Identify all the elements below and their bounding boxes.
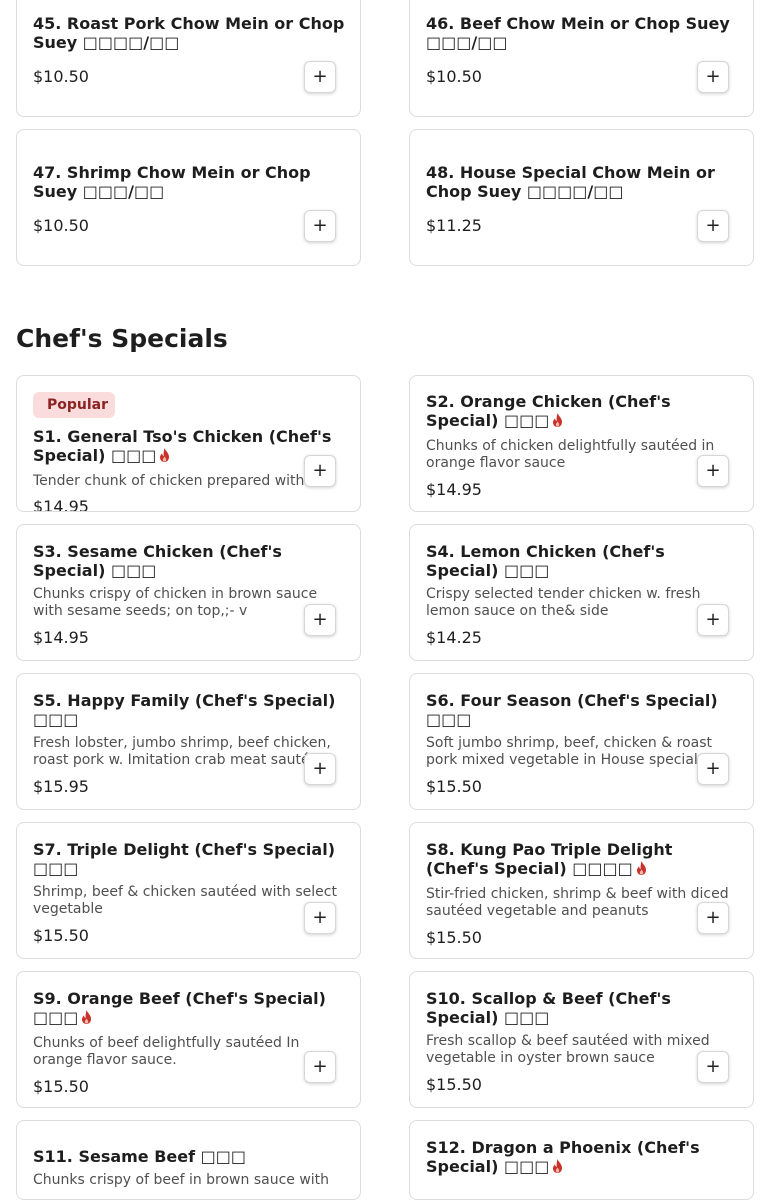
section-title: Chef's Specials (16, 324, 228, 353)
item-title: S5. Happy Family (Chef's Special) □□□ (33, 691, 336, 729)
spicy-icon (553, 413, 563, 427)
item-price: $15.50 (33, 926, 89, 945)
menu-item-card[interactable]: S8. Kung Pao Triple Delight (Chef's Spec… (409, 822, 754, 959)
item-description: Tender chunk of chicken prepared with... (33, 473, 318, 489)
item-price: $10.50 (426, 67, 482, 86)
spicy-icon (160, 448, 170, 462)
menu-item-card[interactable]: S5. Happy Family (Chef's Special) □□□ Fr… (16, 673, 361, 810)
add-to-cart-button[interactable]: + (304, 455, 336, 487)
menu-item-card[interactable]: S3. Sesame Chicken (Chef's Special) □□□ … (16, 524, 361, 661)
add-to-cart-button[interactable]: + (697, 210, 729, 242)
popular-badge: Popular (33, 392, 116, 418)
add-to-cart-button[interactable]: + (304, 902, 336, 934)
item-title: S6. Four Season (Chef's Special) □□□ (426, 691, 718, 729)
item-description: Chunks of chicken delightfully sautéed i… (426, 438, 715, 471)
item-description: Fresh lobster, jumbo shrimp, beef chicke… (33, 735, 332, 768)
menu-item-card[interactable]: S2. Orange Chicken (Chef's Special) □□□ … (409, 375, 754, 512)
item-price: $11.25 (426, 216, 482, 235)
add-to-cart-button[interactable]: + (697, 61, 729, 93)
item-title: S10. Scallop & Beef (Chef's Special) □□□ (426, 989, 671, 1027)
menu-item-card[interactable]: 46. Beef Chow Mein or Chop Suey □□□/□□ $… (409, 0, 754, 117)
item-description: Fresh scallop & beef sautéed with mixed … (426, 1033, 710, 1066)
menu-item-card[interactable]: 48. House Special Chow Mein or Chop Suey… (409, 129, 754, 266)
item-title-text: S9. Orange Beef (Chef's Special) □□□ (33, 989, 326, 1027)
add-to-cart-button[interactable]: + (304, 210, 336, 242)
menu-item-card[interactable]: S7. Triple Delight (Chef's Special) □□□ … (16, 822, 361, 959)
item-description: Shrimp, beef & chicken sautéed with sele… (33, 884, 337, 917)
item-description: Stir-fried chicken, shrimp & beef with d… (426, 886, 729, 919)
add-to-cart-button[interactable]: + (304, 61, 336, 93)
popular-label: Popular (47, 397, 109, 413)
menu-item-card[interactable]: S6. Four Season (Chef's Special) □□□ Sof… (409, 673, 754, 810)
item-price: $15.50 (426, 928, 482, 947)
item-price: $14.95 (426, 480, 482, 499)
item-title: 45. Roast Pork Chow Mein or Chop Suey □□… (33, 14, 345, 52)
menu-item-card[interactable]: S9. Orange Beef (Chef's Special) □□□ Chu… (16, 971, 361, 1108)
item-price: $14.25 (426, 628, 482, 647)
item-description: Chunks crispy of beef in brown sauce wit… (33, 1172, 330, 1188)
item-price: $14.95 (33, 497, 89, 512)
add-to-cart-button[interactable]: + (697, 753, 729, 785)
item-price: $15.95 (33, 777, 89, 796)
item-description: Chunks of beef delightfully sautéed In o… (33, 1035, 300, 1068)
item-description: Crispy selected tender chicken w. fresh … (426, 586, 701, 619)
item-price: $10.50 (33, 216, 89, 235)
item-title: S12. Dragon a Phoenix (Chef's Special) □… (426, 1138, 739, 1176)
menu-item-card[interactable]: 45. Roast Pork Chow Mein or Chop Suey □□… (16, 0, 361, 117)
add-to-cart-button[interactable]: + (697, 1051, 729, 1083)
menu-item-card[interactable]: Popular S1. General Tso's Chicken (Chef'… (16, 375, 361, 512)
item-title-text: S2. Orange Chicken (Chef's Special) □□□ (426, 392, 671, 430)
item-price: $15.50 (33, 1077, 89, 1096)
item-price: $14.95 (33, 628, 89, 647)
spicy-icon (82, 1010, 92, 1024)
item-title: S7. Triple Delight (Chef's Special) □□□ (33, 840, 335, 878)
add-to-cart-button[interactable]: + (697, 902, 729, 934)
menu-item-card[interactable]: 47. Shrimp Chow Mein or Chop Suey □□□/□□… (16, 129, 361, 266)
item-price: $10.50 (33, 67, 89, 86)
spicy-icon (553, 1159, 563, 1173)
menu-item-card[interactable]: S4. Lemon Chicken (Chef's Special) □□□ C… (409, 524, 754, 661)
add-to-cart-button[interactable]: + (697, 455, 729, 487)
add-to-cart-button[interactable]: + (697, 604, 729, 636)
item-title: S3. Sesame Chicken (Chef's Special) □□□ (33, 542, 282, 580)
item-title-text: S1. General Tso's Chicken (Chef's Specia… (33, 427, 332, 465)
menu-item-card[interactable]: S12. Dragon a Phoenix (Chef's Special) □… (409, 1120, 754, 1200)
item-description: Chunks crispy of chicken in brown sauce … (33, 586, 318, 619)
item-title: S2. Orange Chicken (Chef's Special) □□□ (426, 392, 739, 430)
menu-item-card[interactable]: S11. Sesame Beef □□□ Chunks crispy of be… (16, 1120, 361, 1200)
spicy-icon (636, 861, 646, 875)
item-title: 48. House Special Chow Mein or Chop Suey… (426, 163, 715, 201)
item-title: S4. Lemon Chicken (Chef's Special) □□□ (426, 542, 665, 580)
item-price: $15.50 (426, 777, 482, 796)
item-title: S1. General Tso's Chicken (Chef's Specia… (33, 427, 346, 465)
item-price: $15.50 (426, 1075, 482, 1094)
item-title: 47. Shrimp Chow Mein or Chop Suey □□□/□□ (33, 163, 311, 201)
item-title: 46. Beef Chow Mein or Chop Suey □□□/□□ (426, 14, 730, 52)
add-to-cart-button[interactable]: + (304, 753, 336, 785)
item-description: Soft jumbo shrimp, beef, chicken & roast… (426, 735, 713, 768)
item-title: S8. Kung Pao Triple Delight (Chef's Spec… (426, 840, 739, 878)
add-to-cart-button[interactable]: + (304, 604, 336, 636)
item-title: S9. Orange Beef (Chef's Special) □□□ (33, 989, 346, 1027)
add-to-cart-button[interactable]: + (304, 1051, 336, 1083)
menu-item-card[interactable]: S10. Scallop & Beef (Chef's Special) □□□… (409, 971, 754, 1108)
item-title: S11. Sesame Beef □□□ (33, 1147, 247, 1166)
